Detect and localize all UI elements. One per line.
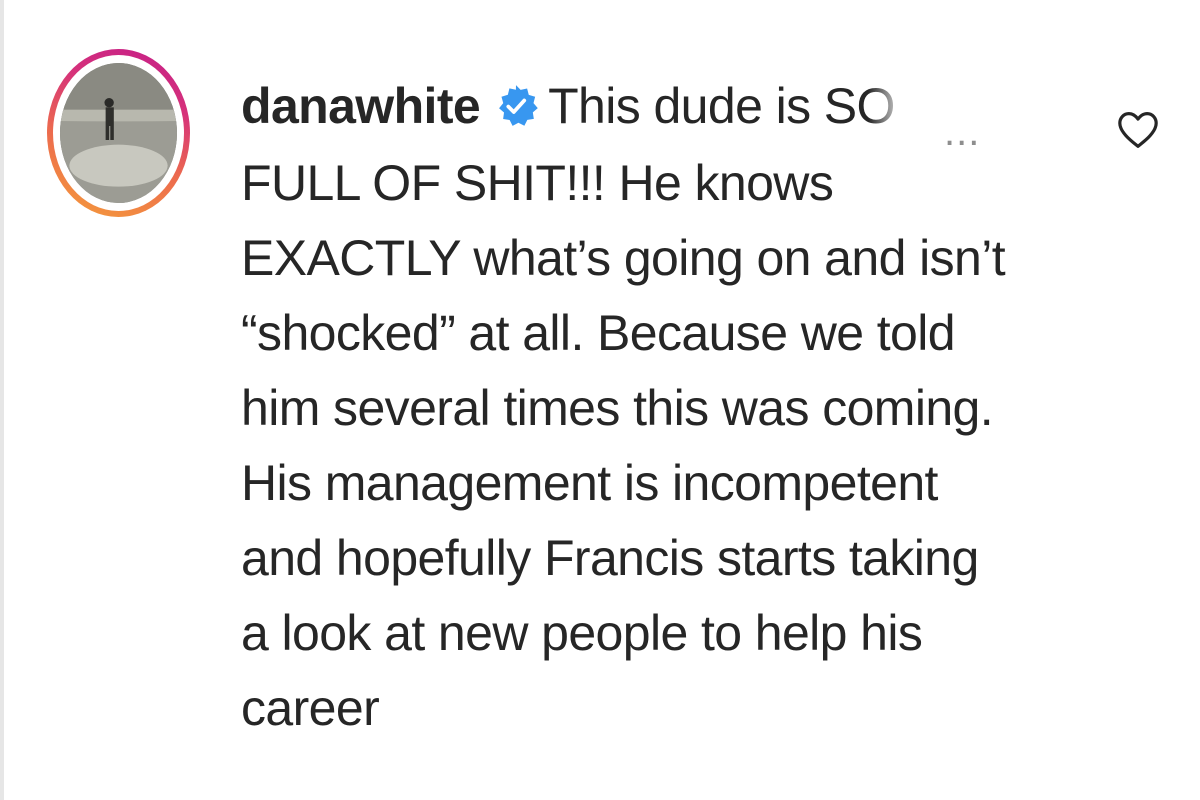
- comment-item: danawhite This dude is SO ... FULL OF SH…: [0, 0, 1200, 800]
- username-link[interactable]: danawhite: [241, 77, 481, 135]
- comment-header: danawhite This dude is SO: [241, 74, 909, 138]
- comment-line: career: [241, 680, 380, 736]
- comment-line: a look at new people to help his: [241, 605, 923, 661]
- comment-line: “shocked” at all. Because we told: [241, 305, 956, 361]
- heart-icon[interactable]: [1116, 110, 1160, 150]
- left-divider: [0, 0, 4, 800]
- verified-badge-icon: [494, 84, 538, 128]
- comment-body: FULL OF SHIT!!! He knows EXACTLY what’s …: [241, 146, 1081, 746]
- comment-text-first-line: This dude is SO: [548, 77, 909, 135]
- comment-line: and hopefully Francis starts taking: [241, 530, 979, 586]
- avatar-photo: [60, 63, 177, 203]
- text-fade-overlay: [868, 77, 909, 135]
- comment-text-start: This dude is SO: [548, 78, 895, 134]
- avatar-story-ring[interactable]: [47, 49, 190, 217]
- comment-line: him several times this was coming.: [241, 380, 994, 436]
- comment-line: EXACTLY what’s going on and isn’t: [241, 230, 1006, 286]
- comment-line: FULL OF SHIT!!! He knows: [241, 155, 834, 211]
- comment-line: His management is incompetent: [241, 455, 938, 511]
- avatar[interactable]: [60, 63, 177, 203]
